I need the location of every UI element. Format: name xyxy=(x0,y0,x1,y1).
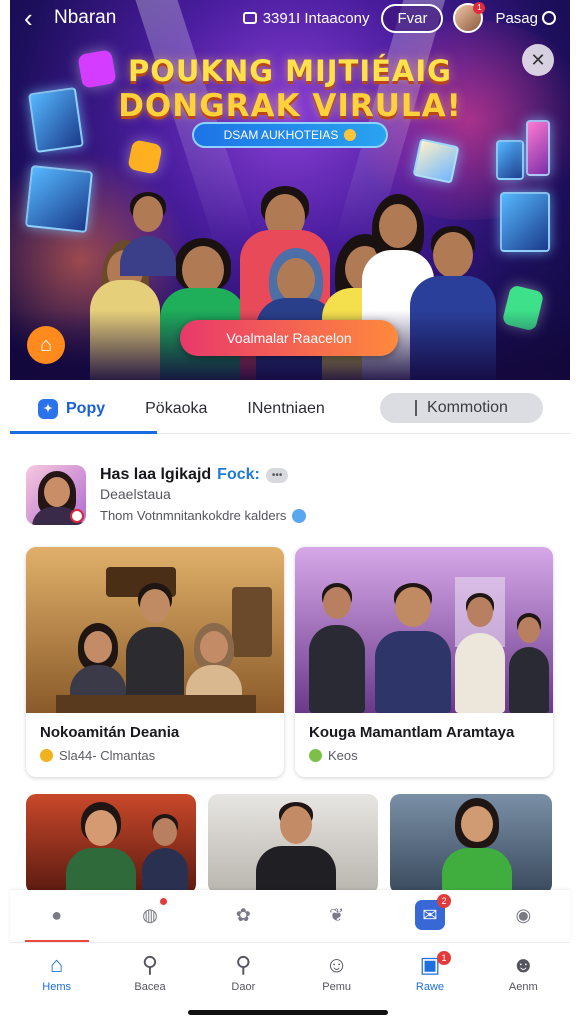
settings-icon xyxy=(542,11,556,25)
card-meta: Sla44- Clmantas xyxy=(40,748,155,763)
tab-label: Pökaoka xyxy=(145,399,208,417)
live-badge-icon xyxy=(70,509,84,523)
back-arrow-icon[interactable]: ‹ xyxy=(24,5,44,31)
tab-label: Popy xyxy=(66,399,106,417)
category-dot-icon xyxy=(309,749,322,762)
profile-name: Has laa lgikajd Fock: ••• xyxy=(100,466,289,484)
search-icon: ⚲ xyxy=(235,952,252,977)
paw-icon[interactable]: ✿ xyxy=(228,900,258,930)
quick-action-bar: ● ◍ ✿ ❦ ✉ 2 ◉ xyxy=(10,890,570,940)
more-chip[interactable]: ••• xyxy=(265,467,289,483)
nav-home[interactable]: ⌂ Hems xyxy=(22,952,92,994)
card-title: Nokoamitán Deania xyxy=(40,724,180,741)
profile-name-text: Has laa lgikajd xyxy=(100,466,212,483)
card-meta: Keos xyxy=(309,748,358,763)
floating-screen xyxy=(412,138,460,184)
home-outline-icon[interactable]: ● xyxy=(42,900,72,930)
floating-screen xyxy=(526,120,550,176)
nav-search[interactable]: ⚲ Bacea xyxy=(115,952,185,994)
floating-screen xyxy=(24,164,94,234)
user-outline-icon[interactable]: ◉ xyxy=(508,900,538,930)
profile-avatar[interactable] xyxy=(26,465,86,525)
coin-icon xyxy=(344,129,357,141)
hero-headline-2: DONGRAK VIRULA! xyxy=(118,88,462,124)
nav-label: Aenm xyxy=(508,981,538,993)
card-meta-text: Sla44- Clmantas xyxy=(59,748,156,763)
menu-link-label: Pasag xyxy=(495,9,538,27)
profile-meta: Thom Votnmnitankokdre kalders xyxy=(100,508,307,523)
nav-label: Rawe xyxy=(415,981,445,993)
nav-emoji[interactable]: ☺ Pemu xyxy=(302,952,372,994)
tab-label: INentniaen xyxy=(247,399,325,417)
floating-screen xyxy=(496,140,524,180)
home-icon: ⌂ xyxy=(50,952,64,977)
page-title: Nbaran xyxy=(54,7,117,28)
profile-subtitle: Deaelstaua xyxy=(100,486,171,502)
smiley-icon: ☺ xyxy=(325,952,348,977)
user-icon: ☻ xyxy=(511,952,535,977)
nav-label: Daor xyxy=(231,981,256,993)
status-indicator: 3391I Intaacony xyxy=(242,9,370,27)
category-dot-icon xyxy=(40,749,53,762)
favorite-button[interactable]: Fvar xyxy=(381,3,444,33)
bottom-nav: ⌂ Hems ⚲ Bacea ⚲ Daor ☺ Pemu ▣ 1 Rawe ☻ … xyxy=(10,942,570,1002)
unread-dot xyxy=(159,898,167,905)
tab-pokaoka[interactable]: Pökaoka xyxy=(145,400,207,418)
profile-header[interactable]: Has laa lgikajd Fock: ••• Deaelstaua Tho… xyxy=(26,462,556,528)
chat-badge: 2 xyxy=(436,894,451,908)
home-icon[interactable]: ⌂ xyxy=(27,326,65,364)
card-meta-text: Keos xyxy=(328,748,358,763)
search-icon: ⚲ xyxy=(141,952,159,977)
status-text: 3391I Intaacony xyxy=(262,9,370,27)
camera-icon xyxy=(242,12,257,24)
profile-name-highlight: Fock: xyxy=(217,466,260,483)
card-photo xyxy=(295,547,553,713)
home-indicator xyxy=(188,1010,388,1015)
nav-label: Bacea xyxy=(134,981,166,993)
tab-kommotion[interactable]: Kommotion xyxy=(380,393,543,423)
globe-icon xyxy=(292,508,307,523)
thumbnail-card[interactable] xyxy=(390,794,552,894)
tab-inentniaen[interactable]: INentniaen xyxy=(247,400,324,418)
profile-meta-text: Thom Votnmnitankokdre kalders xyxy=(100,508,287,523)
tab-popy[interactable]: ✦ Popy xyxy=(38,398,106,419)
content-card[interactable]: Nokoamitán Deania Sla44- Clmantas xyxy=(26,547,284,777)
nav-profile[interactable]: ☻ Aenm xyxy=(488,952,558,994)
nav-label: Pemu xyxy=(322,981,352,993)
thumbnail-card[interactable] xyxy=(208,794,378,894)
top-bar: ‹ Nbaran 3391I Intaacony Fvar 1 Pasag xyxy=(10,0,570,36)
thumbnail-card[interactable] xyxy=(26,794,196,894)
cursor-bar-icon xyxy=(415,400,418,416)
hero-chip[interactable]: DSAM AUKHOTEIAS xyxy=(192,122,388,148)
active-tab-indicator xyxy=(10,431,157,434)
close-icon[interactable]: ✕ xyxy=(522,44,554,76)
content-card[interactable]: Kouga Mamantlam Aramtaya Keos xyxy=(295,547,553,777)
inbox-badge: 1 xyxy=(436,951,451,965)
menu-link[interactable]: Pasag xyxy=(495,10,556,27)
tab-pill-label: Kommotion xyxy=(427,399,508,416)
floating-screen xyxy=(500,192,550,252)
hero-cta-button[interactable]: Voalmalar Raacelon xyxy=(180,320,398,356)
hero-headline-1: POUKNG MIJTIÉAIG xyxy=(128,54,452,88)
nav-inbox[interactable]: ▣ 1 Rawe xyxy=(395,951,465,993)
card-title: Kouga Mamantlam Aramtaya xyxy=(309,724,515,741)
leaf-icon[interactable]: ❦ xyxy=(322,900,352,930)
card-photo xyxy=(26,547,284,713)
tab-shield-icon: ✦ xyxy=(38,398,58,419)
floating-tile xyxy=(127,139,163,175)
hero-chip-label: DSAM AUKHOTEIAS xyxy=(223,128,339,142)
notification-badge: 1 xyxy=(473,2,486,14)
avatar[interactable]: 1 xyxy=(453,2,486,33)
nav-discover[interactable]: ⚲ Daor xyxy=(208,952,278,994)
nav-label: Hems xyxy=(42,981,72,993)
globe-icon[interactable]: ◍ xyxy=(135,898,167,930)
chat-icon[interactable]: ✉ 2 xyxy=(414,894,451,930)
